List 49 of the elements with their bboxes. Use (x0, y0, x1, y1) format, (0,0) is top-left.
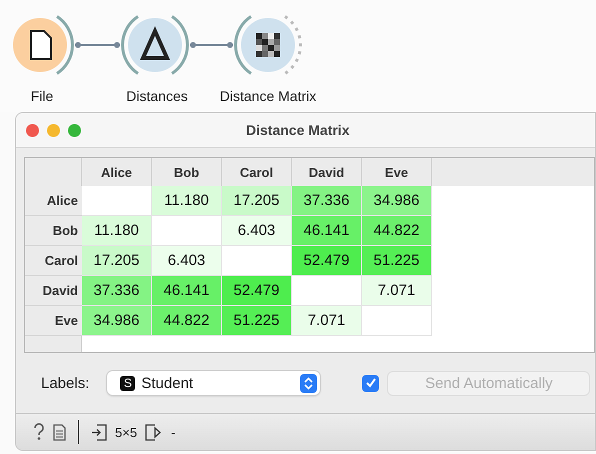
table-cell: 11.180 (152, 186, 222, 216)
table-cell: 37.336 (82, 276, 152, 306)
document-icon[interactable] (53, 424, 66, 440)
table-cell: 6.403 (152, 246, 222, 276)
node-label: Distances (126, 88, 188, 104)
table-cell: 17.205 (222, 186, 292, 216)
column-header[interactable]: Carol (222, 158, 292, 186)
table-cell: 34.986 (82, 306, 152, 336)
checkmark-icon (364, 377, 377, 389)
table-cell: 37.336 (292, 186, 362, 216)
row-header[interactable]: Carol (25, 246, 82, 276)
table-cell: 51.225 (362, 246, 432, 276)
node-label: File (30, 88, 54, 104)
labels-label: Labels: (41, 374, 90, 392)
column-header[interactable]: Alice (82, 158, 152, 186)
window-title: Distance Matrix (246, 122, 350, 138)
table-cell: 51.225 (222, 306, 292, 336)
table-cell: 52.479 (292, 246, 362, 276)
table-cell: 44.822 (152, 306, 222, 336)
dropdown-value: Student (141, 374, 194, 392)
table-cell: 11.180 (82, 216, 152, 246)
table-cell: 46.141 (292, 216, 362, 246)
labels-dropdown[interactable]: S Student (107, 371, 320, 395)
output-summary: - (171, 424, 176, 440)
table-cell: 44.822 (362, 216, 432, 246)
column-header[interactable]: Bob (152, 158, 222, 186)
column-header[interactable]: Eve (362, 158, 432, 186)
row-header[interactable]: David (25, 276, 82, 306)
table-cell: 6.403 (222, 216, 292, 246)
dropdown-arrows-icon (300, 374, 318, 392)
table-cell: 46.141 (152, 276, 222, 306)
input-summary: 5×5 (115, 424, 138, 440)
node-label: Distance Matrix (220, 88, 316, 104)
close-icon[interactable] (26, 124, 39, 136)
table-cell: 52.479 (222, 276, 292, 306)
table-cell: 17.205 (82, 246, 152, 276)
row-header-background (25, 336, 82, 352)
row-header[interactable]: Eve (25, 306, 82, 336)
row-header[interactable]: Alice (25, 186, 82, 216)
output-icon (145, 424, 164, 440)
table-cell: 7.071 (362, 276, 432, 306)
header-corner (25, 158, 82, 186)
column-header[interactable]: David (292, 158, 362, 186)
string-type-icon: S (120, 376, 136, 390)
help-icon[interactable] (33, 423, 45, 441)
row-header[interactable]: Bob (25, 216, 82, 246)
table-cell: 34.986 (362, 186, 432, 216)
input-icon (91, 424, 107, 440)
table-cell: 7.071 (292, 306, 362, 336)
